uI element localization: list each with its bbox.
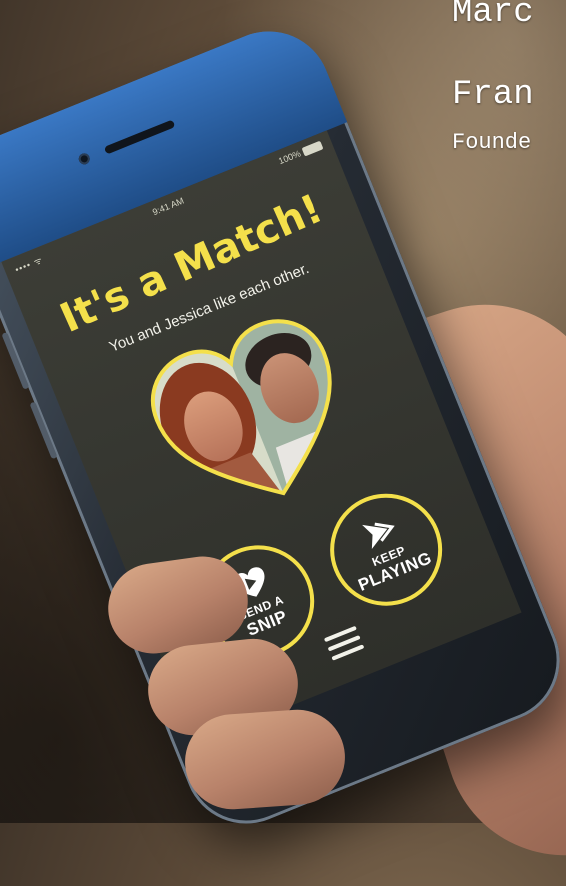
keep-playing-button[interactable]: KEEP PLAYING xyxy=(313,476,460,623)
earpiece-speaker xyxy=(103,119,176,155)
battery-percent: 100% xyxy=(277,148,303,167)
hamburger-menu-icon[interactable] xyxy=(323,625,365,663)
heart-frame-icon xyxy=(138,306,367,527)
overlay-name-2: Fran xyxy=(452,76,534,114)
hand-finger-ring xyxy=(181,706,349,813)
overlay-name-1: Marc xyxy=(452,0,534,32)
front-camera xyxy=(77,151,92,167)
battery-icon xyxy=(301,140,324,157)
overlay-role: Founde xyxy=(452,130,532,155)
matched-photos-heart xyxy=(132,300,374,533)
